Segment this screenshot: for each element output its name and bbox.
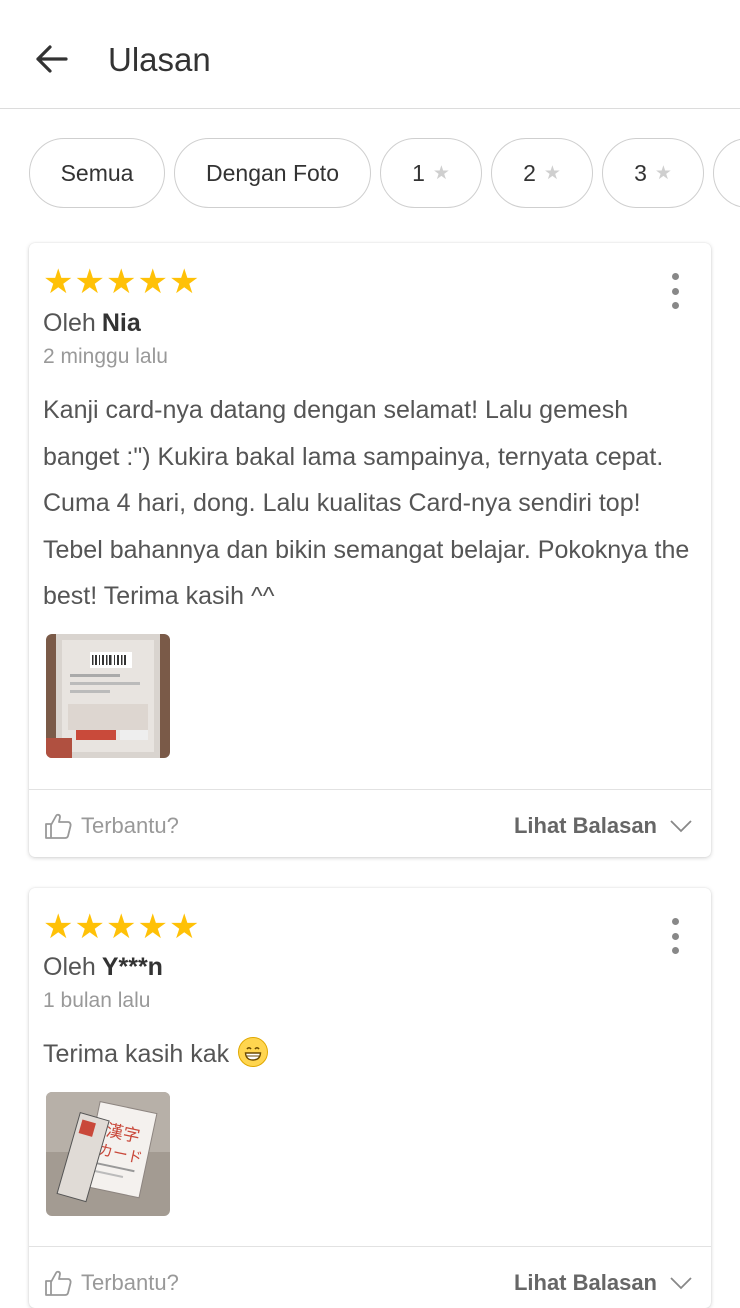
- star-icon: ★: [105, 908, 137, 946]
- divider: [29, 789, 711, 790]
- helpful-label: Terbantu?: [81, 813, 179, 838]
- review-photo[interactable]: [46, 634, 170, 758]
- review-card: ★ ★ ★ ★ ★ Oleh Y***n 1 bulan lalu Terima …: [29, 888, 711, 1308]
- review-text-content: Terima kasih kak: [43, 1040, 230, 1068]
- more-options-button[interactable]: [663, 273, 687, 309]
- rating-stars: ★ ★ ★ ★ ★: [43, 910, 199, 944]
- star-icon: ★: [654, 162, 672, 184]
- review-author: Oleh Y***n: [43, 951, 163, 983]
- filter-chip-label: 1: [412, 159, 425, 186]
- thumbs-up-icon: [45, 1270, 72, 1296]
- more-options-button[interactable]: [663, 918, 687, 954]
- review-date: 2 minggu lalu: [43, 345, 168, 368]
- chevron-down-icon: [670, 1277, 692, 1290]
- star-icon: ★: [43, 263, 74, 301]
- helpful-button[interactable]: Terbantu?: [43, 1266, 179, 1300]
- author-prefix: Oleh: [43, 953, 96, 981]
- grin-emoji-icon: [238, 1037, 269, 1067]
- see-reply-button[interactable]: Lihat Balasan: [514, 1266, 693, 1300]
- star-icon: ★: [43, 908, 74, 946]
- filter-chip-label: 3: [634, 159, 647, 186]
- star-icon: ★: [168, 908, 200, 946]
- filter-chip-label: Semua: [60, 159, 134, 186]
- more-vertical-icon: [671, 918, 679, 925]
- more-vertical-icon: [671, 273, 679, 280]
- filter-chip-label: Dengan Foto: [206, 159, 339, 186]
- filter-chip-1-star[interactable]: 1 ★: [380, 138, 482, 208]
- star-icon: ★: [137, 908, 168, 946]
- author-name: Y***n: [101, 953, 163, 981]
- divider: [29, 1246, 711, 1247]
- see-reply-button[interactable]: Lihat Balasan: [514, 809, 693, 843]
- author-name: Nia: [101, 309, 141, 337]
- chevron-down-icon: [670, 820, 692, 833]
- star-icon: ★: [105, 263, 137, 301]
- star-icon: ★: [168, 263, 200, 301]
- review-text: Terima kasih kak: [43, 1031, 693, 1078]
- rating-stars: ★ ★ ★ ★ ★: [43, 265, 199, 299]
- see-reply-label: Lihat Balasan: [513, 1270, 657, 1295]
- helpful-label: Terbantu?: [81, 1270, 179, 1295]
- star-icon: ★: [432, 162, 450, 184]
- star-icon: ★: [74, 263, 105, 301]
- filter-chip-with-photo[interactable]: Dengan Foto: [174, 138, 371, 208]
- author-prefix: Oleh: [43, 309, 96, 337]
- page-title: Ulasan: [108, 41, 211, 78]
- helpful-button[interactable]: Terbantu?: [43, 809, 179, 843]
- star-icon: ★: [543, 162, 561, 184]
- filter-chip-4-star[interactable]: [713, 138, 740, 208]
- filter-chip-3-star[interactable]: 3 ★: [602, 138, 704, 208]
- review-author: Oleh Nia: [43, 307, 141, 339]
- star-icon: ★: [137, 263, 168, 301]
- thumbs-up-icon: [45, 813, 72, 839]
- filter-chip-bar: Semua Dengan Foto 1 ★ 2 ★ 3 ★: [0, 138, 740, 212]
- review-text: Kanji card-nya datang dengan selamat! La…: [43, 396, 690, 610]
- review-date: 1 bulan lalu: [43, 989, 151, 1012]
- app-header: Ulasan: [0, 0, 740, 109]
- review-card: ★ ★ ★ ★ ★ Oleh Nia 2 minggu lalu Kanji ca…: [29, 243, 711, 857]
- see-reply-label: Lihat Balasan: [513, 813, 657, 838]
- filter-chip-all[interactable]: Semua: [29, 138, 165, 208]
- filter-chip-label: 2: [523, 159, 536, 186]
- back-button[interactable]: [30, 38, 72, 80]
- review-photo[interactable]: 漢字 カード: [46, 1092, 170, 1216]
- arrow-left-icon: [36, 45, 68, 73]
- star-icon: ★: [74, 908, 105, 946]
- filter-chip-2-star[interactable]: 2 ★: [491, 138, 593, 208]
